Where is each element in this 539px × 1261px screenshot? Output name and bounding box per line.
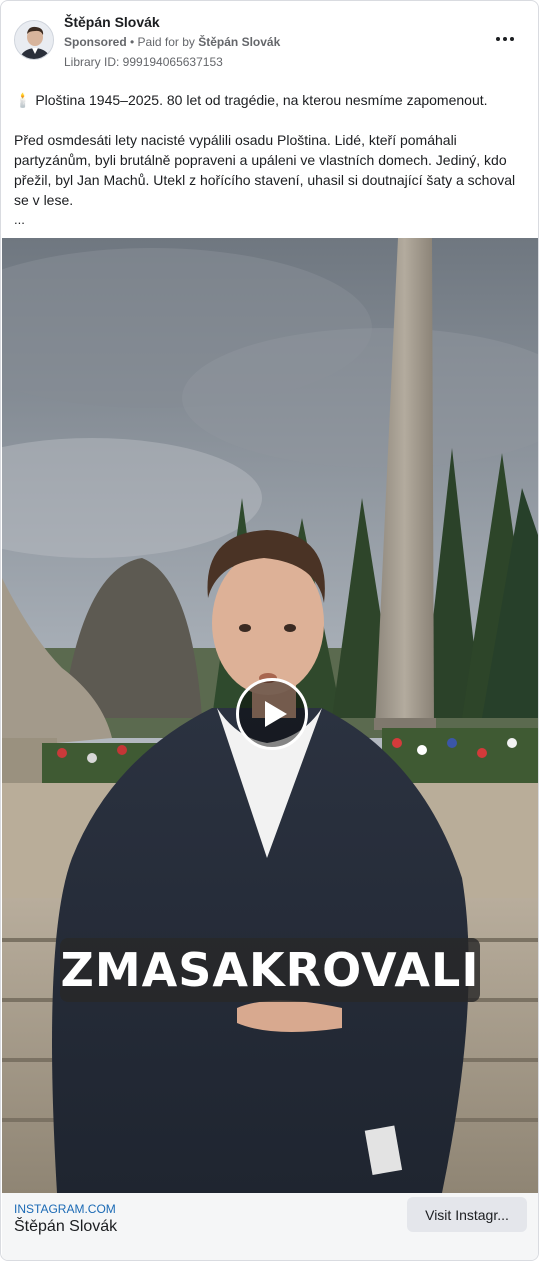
sponsored-line: Sponsored • Paid for by Štěpán Slovák xyxy=(64,35,280,49)
play-button[interactable] xyxy=(236,678,308,750)
post-paragraph-2: Před osmdesáti lety nacisté vypálili osa… xyxy=(14,132,516,208)
post-text: 🕯️ Ploština 1945–2025. 80 let od tragédi… xyxy=(14,90,524,230)
link-title: Štěpán Slovák xyxy=(14,1218,118,1235)
paid-for-name: Štěpán Slovák xyxy=(198,35,281,49)
visit-instagram-button[interactable]: Visit Instagr... xyxy=(407,1197,527,1232)
ad-card: Štěpán Slovák Sponsored • Paid for by Št… xyxy=(0,0,539,1261)
more-options-icon[interactable] xyxy=(492,29,518,49)
advertiser-name[interactable]: Štěpán Slovák xyxy=(64,14,160,30)
video-caption-overlay: ZMASAKROVALI xyxy=(60,938,480,1002)
avatar-image xyxy=(15,21,53,59)
separator-dot: • xyxy=(126,35,138,49)
video-player[interactable]: ZMASAKROVALI xyxy=(2,238,538,1193)
paid-for-prefix: Paid for by xyxy=(137,35,199,49)
avatar[interactable] xyxy=(14,20,54,60)
link-domain: INSTAGRAM.COM xyxy=(14,1202,116,1216)
video-caption-text: ZMASAKROVALI xyxy=(60,943,480,997)
link-footer[interactable]: INSTAGRAM.COM Štěpán Slovák Visit Instag… xyxy=(2,1193,538,1260)
see-more-ellipsis[interactable]: ... xyxy=(14,210,524,230)
library-id: Library ID: 999194065637153 xyxy=(64,55,223,69)
ad-header: Štěpán Slovák Sponsored • Paid for by Št… xyxy=(13,13,526,73)
sponsored-label: Sponsored xyxy=(64,35,127,49)
post-paragraph-1: 🕯️ Ploština 1945–2025. 80 let od tragédi… xyxy=(14,92,488,108)
play-icon xyxy=(264,701,287,727)
